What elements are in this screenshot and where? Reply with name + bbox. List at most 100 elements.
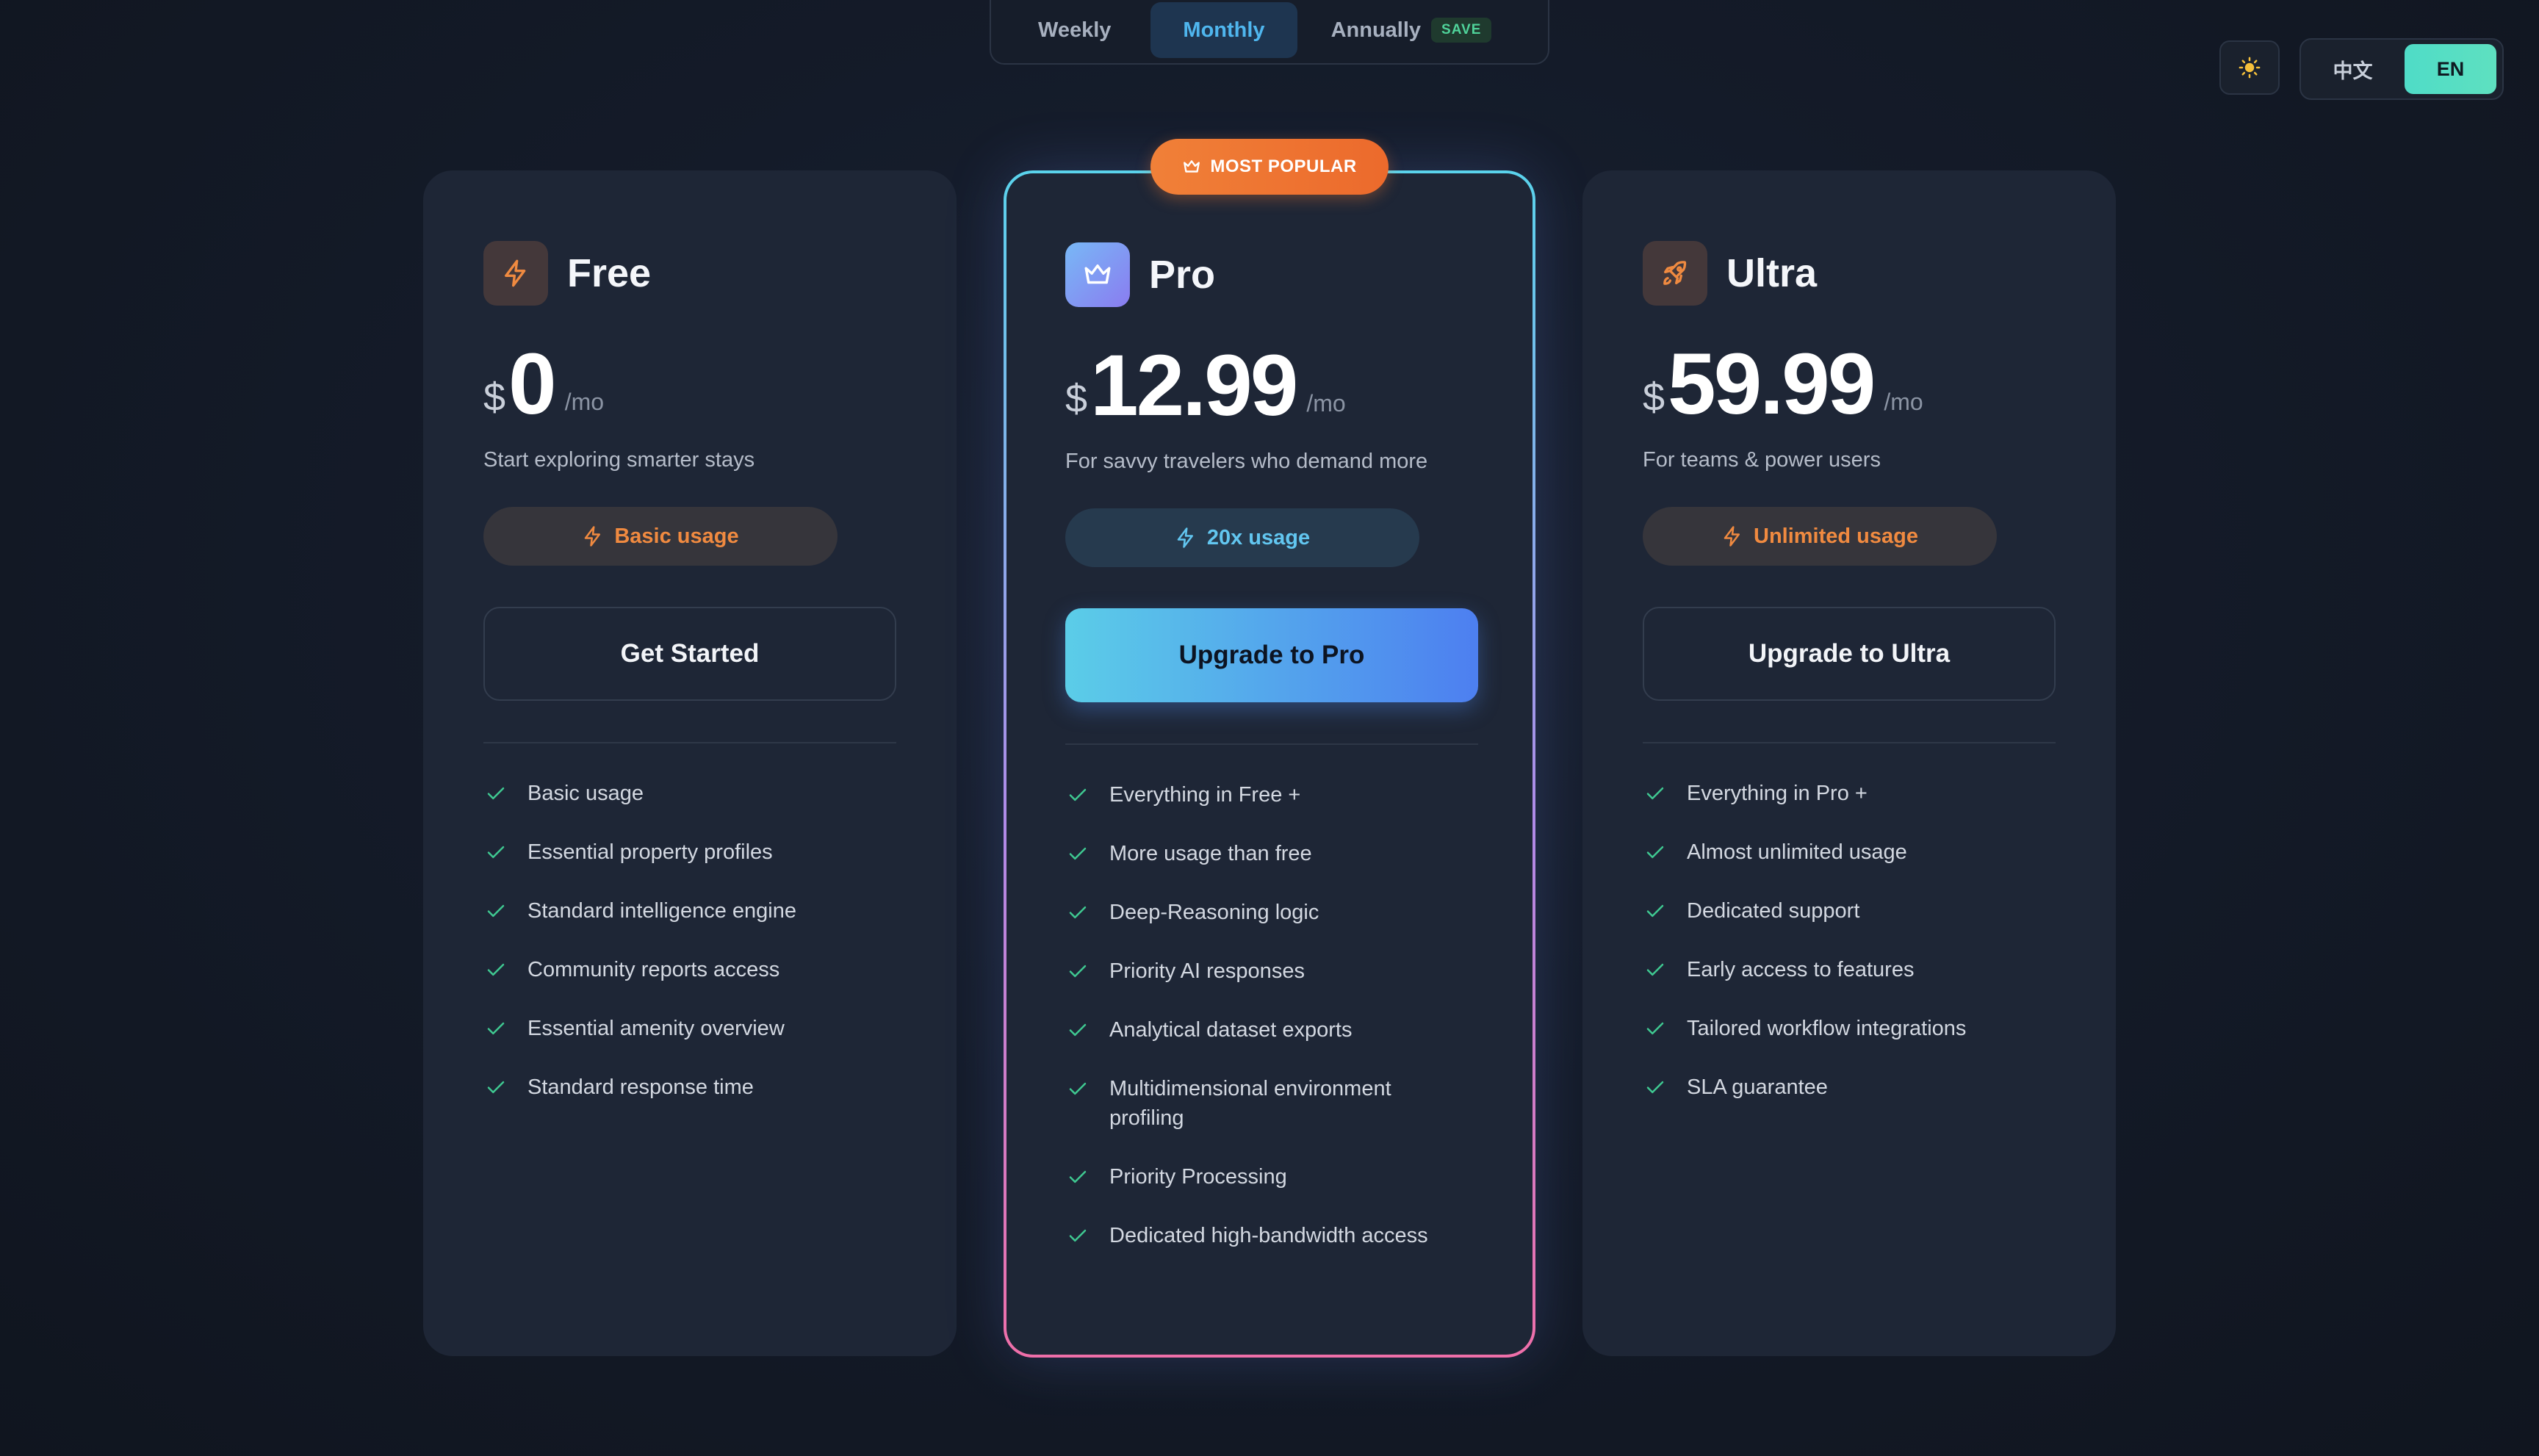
feature-list: Basic usage Essential property profiles … — [483, 779, 896, 1102]
check-icon — [1065, 780, 1090, 810]
check-icon — [483, 837, 508, 867]
feature-text: Early access to features — [1687, 958, 1915, 981]
lightning-icon — [483, 241, 548, 306]
upgrade-to-pro-button[interactable]: Upgrade to Pro — [1065, 608, 1478, 702]
feature-text: Almost unlimited usage — [1687, 840, 1907, 864]
save-badge: SAVE — [1431, 18, 1492, 43]
plan-price: $ 12.99 /mo — [1065, 337, 1474, 434]
language-option-en[interactable]: EN — [2405, 44, 2496, 94]
check-icon — [1065, 1074, 1090, 1103]
price-currency: $ — [1065, 377, 1088, 421]
feature-text: Multidimensional environment profiling — [1109, 1077, 1391, 1130]
list-item: Dedicated support — [1643, 896, 2056, 926]
list-item: Priority AI responses — [1065, 956, 1478, 986]
list-item: Essential amenity overview — [483, 1014, 896, 1043]
divider — [483, 742, 896, 743]
usage-badge: 20x usage — [1065, 508, 1419, 567]
plan-name: Pro — [1149, 253, 1216, 297]
plan-name: Ultra — [1726, 251, 1818, 295]
check-icon — [1643, 779, 1668, 808]
billing-option-weekly[interactable]: Weekly — [1006, 2, 1143, 58]
feature-text: Standard intelligence engine — [527, 899, 796, 923]
get-started-button[interactable]: Get Started — [483, 607, 896, 701]
price-amount: 0 — [508, 336, 557, 433]
rocket-icon — [1643, 241, 1707, 306]
check-icon — [1643, 896, 1668, 926]
feature-text: Deep-Reasoning logic — [1109, 901, 1319, 924]
feature-text: Priority Processing — [1109, 1165, 1287, 1189]
billing-period-toggle: Weekly Monthly Annually SAVE — [990, 0, 1549, 65]
most-popular-label: MOST POPULAR — [1210, 156, 1357, 176]
usage-label: 20x usage — [1206, 525, 1311, 549]
feature-list: Everything in Free + More usage than fre… — [1065, 780, 1478, 1250]
price-currency: $ — [1643, 375, 1665, 419]
check-icon — [1065, 839, 1090, 868]
billing-option-monthly[interactable]: Monthly — [1150, 2, 1297, 58]
list-item: Essential property profiles — [483, 837, 896, 867]
feature-text: Dedicated support — [1687, 899, 1860, 923]
usage-label: Unlimited usage — [1754, 524, 1918, 548]
price-amount: 12.99 — [1090, 337, 1298, 434]
list-item: Analytical dataset exports — [1065, 1015, 1478, 1045]
most-popular-badge: MOST POPULAR — [1150, 139, 1389, 195]
check-icon — [1065, 1221, 1090, 1250]
list-item: Almost unlimited usage — [1643, 837, 2056, 867]
price-period: /mo — [1884, 389, 1923, 415]
plan-price: $ 0 /mo — [483, 336, 896, 433]
feature-text: Priority AI responses — [1109, 959, 1305, 983]
billing-option-annually[interactable]: Annually SAVE — [1305, 2, 1524, 58]
check-icon — [1065, 956, 1090, 986]
price-currency: $ — [483, 375, 506, 419]
check-icon — [483, 896, 508, 926]
crown-icon — [1065, 242, 1130, 307]
list-item: Dedicated high-bandwidth access — [1065, 1221, 1478, 1250]
price-period: /mo — [1306, 390, 1346, 417]
plan-card-ultra: Ultra $ 59.99 /mo For teams & power user… — [1582, 170, 2116, 1356]
lightning-icon — [1724, 526, 1740, 547]
upgrade-to-ultra-button[interactable]: Upgrade to Ultra — [1643, 607, 2056, 701]
check-icon — [1643, 837, 1668, 867]
usage-badge: Unlimited usage — [1643, 507, 1997, 566]
check-icon — [1643, 955, 1668, 984]
list-item: Everything in Pro + — [1643, 779, 2056, 808]
list-item: Standard response time — [483, 1073, 896, 1102]
check-icon — [1643, 1014, 1668, 1043]
usage-label: Basic usage — [614, 524, 739, 548]
feature-list: Everything in Pro + Almost unlimited usa… — [1643, 779, 2056, 1102]
list-item: Standard intelligence engine — [483, 896, 896, 926]
price-period: /mo — [564, 389, 605, 415]
usage-badge: Basic usage — [483, 507, 838, 566]
divider — [1065, 743, 1478, 745]
feature-text: Basic usage — [527, 782, 644, 805]
feature-text: Everything in Pro + — [1687, 782, 1868, 805]
lightning-icon — [585, 526, 601, 547]
language-option-zh[interactable]: 中文 — [2307, 44, 2399, 94]
plan-card-free: Free $ 0 /mo Start exploring smarter sta… — [423, 170, 957, 1356]
lightning-icon — [1177, 527, 1193, 548]
check-icon — [1065, 1015, 1090, 1045]
language-switch: 中文 EN — [2299, 38, 2504, 100]
billing-option-annually-label: Annually — [1330, 18, 1422, 42]
check-icon — [1065, 1162, 1090, 1192]
list-item: Community reports access — [483, 955, 896, 984]
check-icon — [483, 779, 508, 808]
theme-toggle-button[interactable] — [2219, 40, 2280, 95]
list-item: Tailored workflow integrations — [1643, 1014, 2056, 1043]
feature-text: Analytical dataset exports — [1109, 1018, 1353, 1042]
price-amount: 59.99 — [1668, 336, 1876, 433]
list-item: Basic usage — [483, 779, 896, 808]
feature-text: Standard response time — [527, 1075, 754, 1099]
feature-text: Essential amenity overview — [527, 1017, 785, 1040]
plan-tagline: Start exploring smarter stays — [483, 448, 755, 472]
feature-text: Tailored workflow integrations — [1687, 1017, 1967, 1040]
list-item: Deep-Reasoning logic — [1065, 898, 1478, 927]
plan-name: Free — [567, 251, 652, 295]
plan-price: $ 59.99 /mo — [1643, 336, 2056, 433]
plan-tagline: For savvy travelers who demand more — [1065, 450, 1428, 473]
divider — [1643, 742, 2056, 743]
feature-text: Dedicated high-bandwidth access — [1109, 1224, 1428, 1247]
feature-text: More usage than free — [1109, 842, 1312, 865]
list-item: Early access to features — [1643, 955, 2056, 984]
list-item: Multidimensional environment profiling — [1065, 1074, 1478, 1133]
list-item: More usage than free — [1065, 839, 1478, 868]
